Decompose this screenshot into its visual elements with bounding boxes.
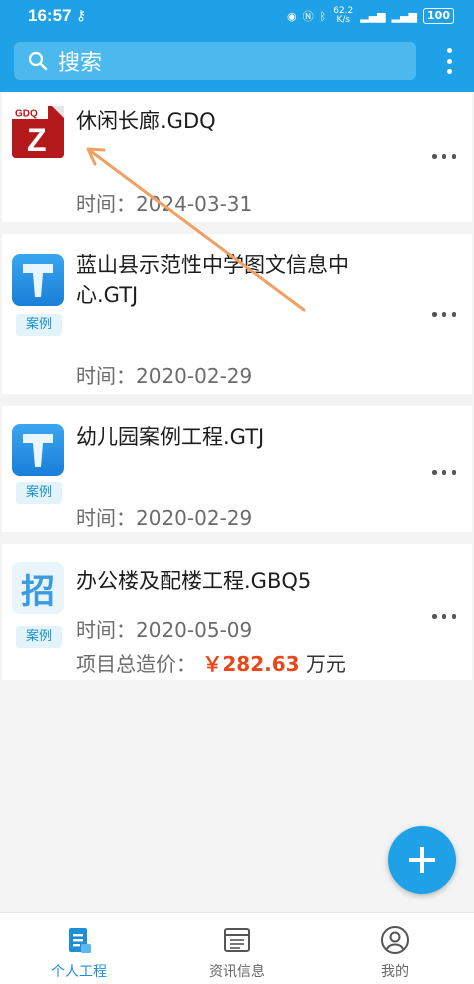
price-unit: 万元	[305, 652, 346, 676]
price-value: ￥282.63	[202, 652, 300, 676]
eye-icon: ◉	[287, 9, 297, 23]
search-placeholder: 搜索	[58, 51, 103, 76]
more-icon[interactable]	[432, 154, 456, 159]
nav-label: 个人工程	[51, 964, 107, 980]
signal-icon: ▂▄▆	[360, 9, 386, 23]
user-icon	[381, 926, 409, 954]
gtj-file-icon	[12, 424, 64, 476]
key-icon: ⚷	[76, 8, 87, 24]
svg-text:GDQ: GDQ	[15, 109, 38, 120]
battery-indicator: 100	[423, 8, 454, 24]
gtj-file-icon	[12, 254, 64, 306]
project-card[interactable]: GDQ Z 休闲长廊.GDQ 时间：2024-03-31	[2, 92, 472, 222]
project-title: 幼儿园案例工程.GTJ	[76, 425, 265, 449]
project-card[interactable]: 招 案例 办公楼及配楼工程.GBQ5 时间：2020-05-09 项目总造价： …	[2, 544, 472, 680]
nav-item-news[interactable]: 资讯信息	[158, 913, 316, 984]
nav-item-personal-projects[interactable]: 个人工程	[0, 913, 158, 984]
signal-5g-icon: ▂▄▆	[391, 9, 418, 23]
nav-label: 资讯信息	[209, 964, 265, 980]
status-icons: ◉ Ⓝ ᛒ 62.2 K/s ▂▄▆ ▂▄▆ 100	[287, 7, 454, 25]
bottom-nav: 个人工程 资讯信息 我的	[0, 912, 474, 984]
more-icon[interactable]	[432, 312, 456, 317]
svg-text:Z: Z	[27, 122, 47, 158]
search-input[interactable]: 搜索	[14, 42, 416, 80]
bluetooth-icon: ᛒ	[319, 9, 327, 23]
case-tag: 案例	[16, 314, 62, 336]
case-tag: 案例	[16, 482, 62, 504]
project-date: 时间：2024-03-31	[76, 192, 253, 216]
case-tag: 案例	[16, 626, 62, 648]
project-title: 休闲长廊.GDQ	[76, 109, 216, 133]
gdq-file-icon: GDQ Z	[12, 106, 64, 158]
more-options-icon[interactable]	[444, 46, 454, 76]
nfc-icon: Ⓝ	[302, 10, 314, 23]
project-card[interactable]: 案例 蓝山县示范性中学图文信息中心.GTJ 时间：2020-02-29	[2, 234, 472, 394]
more-icon[interactable]	[432, 470, 456, 475]
gbq-file-icon: 招	[12, 562, 64, 614]
project-title: 办公楼及配楼工程.GBQ5	[76, 569, 312, 593]
price-label: 项目总造价：	[76, 652, 196, 676]
search-icon	[28, 51, 48, 71]
net-speed: 62.2 K/s	[333, 6, 354, 25]
project-date: 时间：2020-02-29	[76, 364, 253, 388]
more-icon[interactable]	[432, 614, 456, 619]
status-bar: 16:57 ⚷ ◉ Ⓝ ᛒ 62.2 K/s ▂▄▆ ▂▄▆ 100	[0, 0, 474, 34]
project-date: 时间：2020-05-09	[76, 618, 253, 642]
project-title: 蓝山县示范性中学图文信息中心.GTJ	[76, 253, 349, 307]
status-time: 16:57	[28, 6, 72, 25]
app-header: 16:57 ⚷ ◉ Ⓝ ᛒ 62.2 K/s ▂▄▆ ▂▄▆ 100 搜索	[0, 0, 474, 92]
project-total-cost: 项目总造价： ￥282.63 万元	[76, 648, 346, 677]
nav-item-mine[interactable]: 我的	[316, 913, 474, 984]
news-icon	[224, 928, 250, 952]
nav-label: 我的	[381, 964, 409, 980]
project-list-icon	[69, 928, 91, 953]
add-project-button[interactable]	[388, 826, 456, 894]
project-card[interactable]: 案例 幼儿园案例工程.GTJ 时间：2020-02-29	[2, 406, 472, 532]
project-date: 时间：2020-02-29	[76, 506, 253, 530]
